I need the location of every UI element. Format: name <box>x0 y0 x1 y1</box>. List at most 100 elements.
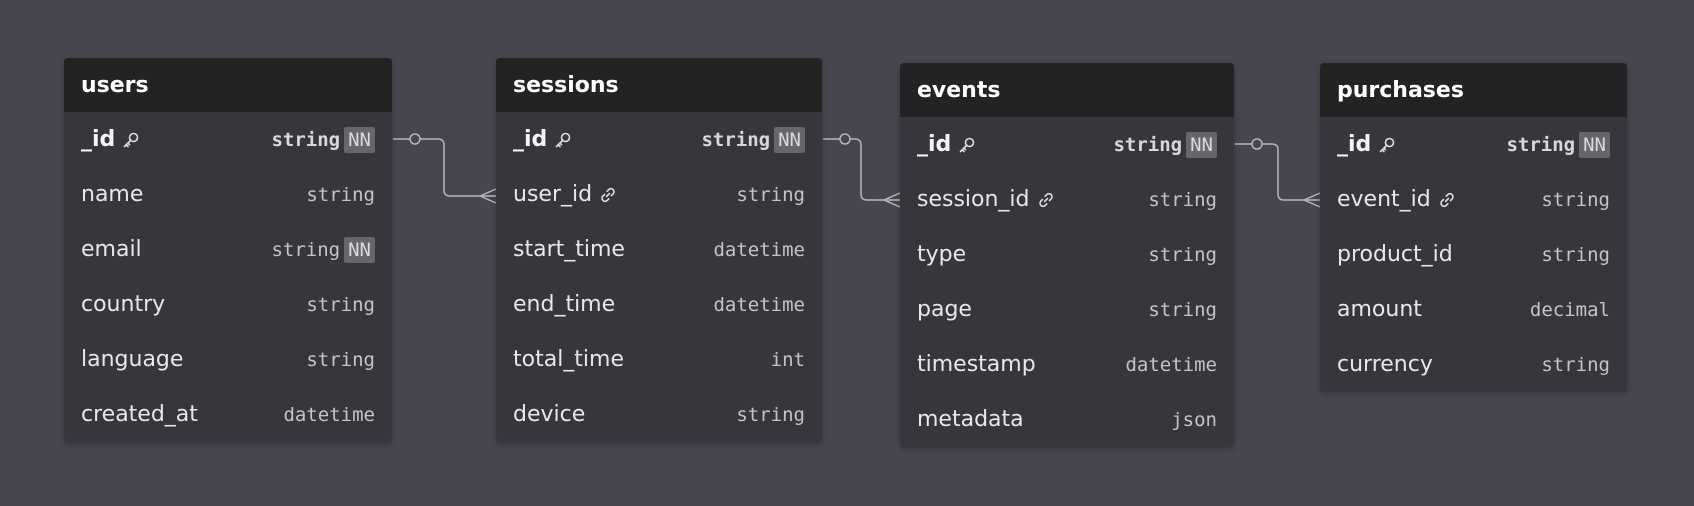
field-row[interactable]: _id string NN <box>64 112 392 167</box>
field-name: amount <box>1337 297 1422 322</box>
optional-one-marker <box>409 133 421 145</box>
field-row[interactable]: currency string <box>1320 337 1627 392</box>
field-name-text: email <box>81 237 142 262</box>
field-row[interactable]: device string <box>496 387 822 442</box>
field-type: string <box>1148 298 1217 321</box>
field-type-group: string <box>306 294 375 316</box>
field-name: start_time <box>513 237 625 262</box>
field-row[interactable]: _id string NN <box>496 112 822 167</box>
table-title[interactable]: users <box>64 58 392 112</box>
field-row[interactable]: type string <box>900 227 1234 282</box>
field-type-group: int <box>771 349 805 371</box>
field-row[interactable]: event_id string <box>1320 172 1627 227</box>
field-name-text: _id <box>81 127 116 152</box>
field-name-text: _id <box>1337 132 1372 157</box>
field-type: string <box>1506 133 1576 156</box>
field-type: datetime <box>283 403 375 426</box>
field-name-text: total_time <box>513 347 625 372</box>
not-null-badge: NN <box>1186 131 1217 158</box>
field-row[interactable]: product_id string <box>1320 227 1627 282</box>
key-icon <box>958 136 976 154</box>
field-name: user_id <box>513 182 617 207</box>
field-row[interactable]: name string <box>64 167 392 222</box>
field-name: type <box>917 242 966 267</box>
field-name-text: user_id <box>513 182 593 207</box>
field-type: string <box>736 403 805 426</box>
field-type: string <box>1148 188 1217 211</box>
field-type-group: string <box>1148 244 1217 266</box>
table-sessions[interactable]: sessions _id string NN user_id string start_ti… <box>496 58 822 442</box>
field-type-group: decimal <box>1530 299 1610 321</box>
field-row[interactable]: total_time int <box>496 332 822 387</box>
field-type-group: string NN <box>271 236 375 263</box>
field-row[interactable]: _id string NN <box>1320 117 1627 172</box>
table-events[interactable]: events _id string NN session_id string type str… <box>900 63 1234 447</box>
field-name-text: language <box>81 347 184 372</box>
field-type: string <box>701 128 771 151</box>
table-title[interactable]: purchases <box>1320 63 1627 117</box>
field-name-text: type <box>917 242 967 267</box>
key-icon <box>122 131 140 149</box>
table-users[interactable]: users _id string NN name string email string NN c… <box>64 58 392 442</box>
field-row[interactable]: amount decimal <box>1320 282 1627 337</box>
field-type-group: string NN <box>701 126 805 153</box>
field-name-text: page <box>917 297 972 322</box>
field-name-text: start_time <box>513 237 625 262</box>
field-row[interactable]: start_time datetime <box>496 222 822 277</box>
relationship-line <box>393 138 496 197</box>
field-type: string <box>271 238 341 261</box>
field-name: timestamp <box>917 352 1036 377</box>
field-type: json <box>1171 408 1217 431</box>
field-row[interactable]: language string <box>64 332 392 387</box>
field-type: string <box>736 183 805 206</box>
table-purchases[interactable]: purchases _id string NN event_id string produc… <box>1320 63 1627 392</box>
field-name-text: product_id <box>1337 242 1453 267</box>
field-name: country <box>81 292 165 317</box>
field-type: datetime <box>1125 353 1217 376</box>
field-type-group: string <box>1541 244 1610 266</box>
field-name-text: _id <box>917 132 952 157</box>
field-name: event_id <box>1337 187 1456 212</box>
field-type: string <box>306 293 375 316</box>
optional-one-marker <box>839 133 851 145</box>
link-icon <box>599 186 617 204</box>
field-row[interactable]: end_time datetime <box>496 277 822 332</box>
field-row[interactable]: user_id string <box>496 167 822 222</box>
field-row[interactable]: _id string NN <box>900 117 1234 172</box>
field-type: string <box>1541 353 1610 376</box>
field-name: total_time <box>513 347 624 372</box>
field-name: page <box>917 297 972 322</box>
field-name-text: currency <box>1337 352 1433 377</box>
field-row[interactable]: email string NN <box>64 222 392 277</box>
field-row[interactable]: created_at datetime <box>64 387 392 442</box>
field-row[interactable]: session_id string <box>900 172 1234 227</box>
field-name: _id <box>1337 132 1396 157</box>
field-type-group: datetime <box>713 239 805 261</box>
field-name: language <box>81 347 183 372</box>
field-row[interactable]: metadata json <box>900 392 1234 447</box>
field-row[interactable]: timestamp datetime <box>900 337 1234 392</box>
link-icon <box>1037 191 1055 209</box>
field-name: email <box>81 237 142 262</box>
optional-one-marker <box>1251 138 1263 150</box>
field-type: string <box>271 128 341 151</box>
table-title[interactable]: sessions <box>496 58 822 112</box>
field-name-text: end_time <box>513 292 616 317</box>
key-icon <box>554 131 572 149</box>
field-name-text: session_id <box>917 187 1030 212</box>
field-name: device <box>513 402 585 427</box>
field-name: created_at <box>81 402 198 427</box>
field-name-text: created_at <box>81 402 198 427</box>
field-name-text: timestamp <box>917 352 1036 377</box>
not-null-badge: NN <box>344 236 375 263</box>
field-type: string <box>306 183 375 206</box>
field-name: _id <box>513 127 572 152</box>
key-icon <box>1378 136 1396 154</box>
field-name: session_id <box>917 187 1055 212</box>
field-type: string <box>1113 133 1183 156</box>
field-row[interactable]: page string <box>900 282 1234 337</box>
field-name-text: name <box>81 182 144 207</box>
link-icon <box>1438 191 1456 209</box>
table-title[interactable]: events <box>900 63 1234 117</box>
field-row[interactable]: country string <box>64 277 392 332</box>
